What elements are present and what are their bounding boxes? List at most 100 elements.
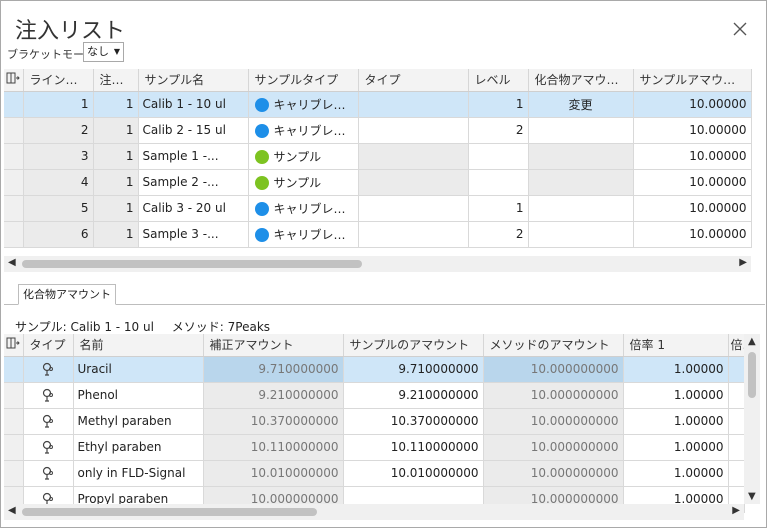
cell-factor-1[interactable]: 1.00000	[623, 382, 729, 409]
col-compound-name[interactable]: 名前	[73, 334, 204, 357]
cell-sample-amount[interactable]: 9.710000000	[343, 356, 484, 383]
table-row[interactable]: 4 1 Sample 2 -... サンプル 10.00000	[4, 169, 752, 196]
cell-factor-2[interactable]	[728, 434, 745, 461]
cell-sample-name[interactable]: Sample 2 -...	[138, 169, 249, 196]
cell-factor-1[interactable]: 1.00000	[623, 460, 729, 487]
cell-sample-amount[interactable]: 10.010000000	[343, 460, 484, 487]
cell-sample-type[interactable]: サンプル	[248, 143, 359, 170]
cell-sample-type[interactable]: キャリブレーシ...	[248, 221, 359, 248]
cell-sample-name[interactable]: Sample 1 -...	[138, 143, 249, 170]
cell-compound-name[interactable]: Uracil	[73, 356, 204, 383]
table-row[interactable]: Uracil 9.710000000 9.710000000 10.000000000…	[4, 356, 745, 383]
cell-sample-amount[interactable]: 10.00000	[633, 221, 752, 248]
row-selector[interactable]	[4, 382, 24, 409]
cell-type[interactable]	[358, 169, 469, 196]
row-selector[interactable]	[4, 169, 24, 196]
scrollbar-thumb[interactable]	[22, 260, 362, 268]
cell-type[interactable]	[358, 195, 469, 222]
bracket-mode-dropdown[interactable]: なし ▼	[83, 42, 124, 62]
cell-level[interactable]: 2	[468, 117, 529, 144]
cell-level[interactable]	[468, 169, 529, 196]
scroll-right-icon[interactable]: ▶	[732, 505, 740, 516]
col-factor-1[interactable]: 倍率 1	[623, 334, 729, 357]
col-sample-amount-2[interactable]: サンプルのアマウント	[343, 334, 484, 357]
table-row[interactable]: 61Sample 3 -... キャリブレーシ... 2 10.00000	[4, 221, 752, 248]
col-compound-type[interactable]: タイプ	[23, 334, 74, 357]
cell-compound-name[interactable]: Phenol	[73, 382, 204, 409]
table-row[interactable]: Methyl paraben 10.370000000 10.370000000 10…	[4, 408, 745, 435]
row-selector[interactable]	[4, 356, 24, 383]
cell-sample-amount[interactable]: 10.00000	[633, 195, 752, 222]
scrollbar-thumb[interactable]	[22, 508, 317, 516]
row-selector[interactable]	[4, 91, 24, 118]
close-icon[interactable]	[732, 21, 748, 37]
col-factor-2[interactable]: 倍	[728, 334, 745, 357]
col-injection[interactable]: 注入...	[93, 69, 139, 92]
cell-factor-1[interactable]: 1.00000	[623, 434, 729, 461]
row-selector[interactable]	[4, 460, 24, 487]
cell-compound-amount[interactable]	[528, 169, 634, 196]
cell-compound-amount[interactable]: 変更	[528, 91, 634, 118]
table-row[interactable]: 11Calib 1 - 10 ulキャリブレーシ...1変更10.00000	[4, 91, 752, 118]
cell-compound-amount[interactable]	[528, 221, 634, 248]
cell-sample-amount[interactable]: 10.110000000	[343, 434, 484, 461]
cell-sample-amount[interactable]: 9.210000000	[343, 382, 484, 409]
col-sample-name[interactable]: サンプル名	[138, 69, 249, 92]
scrollbar-thumb[interactable]	[748, 352, 756, 398]
cell-level[interactable]	[468, 143, 529, 170]
column-chooser-button-2[interactable]	[4, 334, 24, 357]
cell-type[interactable]	[358, 91, 469, 118]
row-selector[interactable]	[4, 117, 24, 144]
cell-sample-type[interactable]: サンプル	[248, 169, 359, 196]
col-line-number[interactable]: ライン番号	[23, 69, 94, 92]
table-row[interactable]: only in FLD-Signal 10.010000000 10.0100000…	[4, 460, 745, 487]
row-selector[interactable]	[4, 143, 24, 170]
scroll-up-icon[interactable]: ▲	[748, 336, 756, 347]
cell-factor-1[interactable]: 1.00000	[623, 408, 729, 435]
tab-compound-amount[interactable]: 化合物アマウント	[18, 284, 116, 305]
cell-level[interactable]: 2	[468, 221, 529, 248]
cell-sample-type[interactable]: キャリブレーシ...	[248, 195, 359, 222]
col-sample-type[interactable]: サンプルタイプ	[248, 69, 359, 92]
cell-type[interactable]	[358, 221, 469, 248]
cell-compound-amount[interactable]	[528, 143, 634, 170]
column-chooser-button[interactable]	[4, 69, 24, 92]
cell-sample-amount[interactable]: 10.00000	[633, 91, 752, 118]
cell-type[interactable]	[358, 143, 469, 170]
col-sample-amount[interactable]: サンプルアマウント	[633, 69, 752, 92]
cell-compound-name[interactable]: Ethyl paraben	[73, 434, 204, 461]
table-row[interactable]: Ethyl paraben 10.110000000 10.110000000 10.…	[4, 434, 745, 461]
row-selector[interactable]	[4, 195, 24, 222]
cell-sample-type[interactable]: キャリブレーシ...	[248, 91, 359, 118]
cell-factor-2[interactable]	[728, 460, 745, 487]
scroll-down-icon[interactable]: ▼	[748, 491, 756, 502]
col-method-amount[interactable]: メソッドのアマウント	[483, 334, 624, 357]
scroll-right-icon[interactable]: ▶	[739, 257, 747, 268]
cell-factor-2[interactable]	[728, 382, 745, 409]
cell-compound-name[interactable]: only in FLD-Signal	[73, 460, 204, 487]
col-corrected-amount[interactable]: 補正アマウント	[203, 334, 344, 357]
cell-factor-2[interactable]	[728, 408, 745, 435]
col-type[interactable]: タイプ	[358, 69, 469, 92]
row-selector[interactable]	[4, 408, 24, 435]
table-row[interactable]: 21Calib 2 - 15 ulキャリブレーシ...210.00000	[4, 117, 752, 144]
table-row[interactable]: 51Calib 3 - 20 ulキャリブレーシ...110.00000	[4, 195, 752, 222]
cell-sample-amount[interactable]: 10.370000000	[343, 408, 484, 435]
row-selector[interactable]	[4, 221, 24, 248]
cell-compound-name[interactable]: Methyl paraben	[73, 408, 204, 435]
cell-sample-type[interactable]: キャリブレーシ...	[248, 117, 359, 144]
bottom-vertical-scrollbar[interactable]: ▲ ▼	[744, 334, 760, 504]
col-compound-amount[interactable]: 化合物アマウント	[528, 69, 634, 92]
cell-type[interactable]	[358, 117, 469, 144]
scroll-left-icon[interactable]: ◀	[8, 505, 16, 516]
cell-sample-amount[interactable]: 10.00000	[633, 169, 752, 196]
cell-compound-amount[interactable]	[528, 117, 634, 144]
cell-sample-amount[interactable]: 10.00000	[633, 117, 752, 144]
cell-sample-amount[interactable]: 10.00000	[633, 143, 752, 170]
cell-sample-name[interactable]: Calib 2 - 15 ul	[138, 117, 249, 144]
cell-sample-name[interactable]: Sample 3 -...	[138, 221, 249, 248]
bottom-horizontal-scrollbar[interactable]: ◀ ▶	[4, 504, 744, 520]
cell-sample-name[interactable]: Calib 1 - 10 ul	[138, 91, 249, 118]
cell-level[interactable]: 1	[468, 91, 529, 118]
table-row[interactable]: 3 1 Sample 1 -... サンプル 10.00000	[4, 143, 752, 170]
